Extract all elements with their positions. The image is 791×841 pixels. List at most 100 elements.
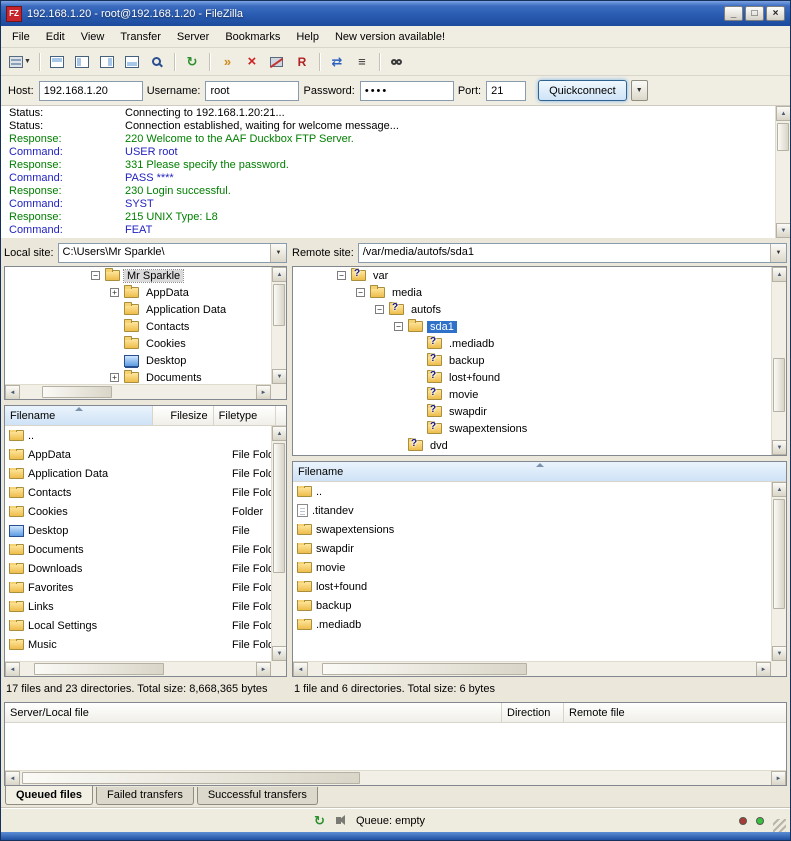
column-header-remote-file[interactable]: Remote file <box>564 703 786 722</box>
chevron-down-icon[interactable]: ▼ <box>770 244 786 262</box>
queue-horizontal-scrollbar[interactable]: ◄ ► <box>5 770 786 785</box>
quickconnect-dropdown-button[interactable]: ▼ <box>631 80 648 101</box>
log-scrollbar[interactable]: ▲ ▼ <box>775 106 790 238</box>
close-button[interactable]: × <box>766 6 785 21</box>
file-row[interactable]: DocumentsFile Folder <box>5 540 271 559</box>
scroll-left-icon[interactable]: ◄ <box>293 662 308 677</box>
process-queue-button[interactable]: » <box>215 51 239 73</box>
toggle-local-tree-button[interactable] <box>70 51 94 73</box>
scroll-up-icon[interactable]: ▲ <box>272 267 287 282</box>
minimize-button[interactable]: _ <box>724 6 743 21</box>
directory-comparison-button[interactable]: ≡ <box>350 51 374 73</box>
synchronized-browsing-button[interactable]: ⇄ <box>325 51 349 73</box>
tree-item-mediadb[interactable]: .mediadb <box>293 335 771 352</box>
filter-button[interactable] <box>145 51 169 73</box>
menu-edit[interactable]: Edit <box>38 28 73 46</box>
cancel-button[interactable]: × <box>240 51 264 73</box>
tree-item-mr-sparkle[interactable]: −Mr Sparkle <box>5 267 271 284</box>
file-row[interactable]: swapdir <box>293 539 771 558</box>
file-row[interactable]: ContactsFile Folder <box>5 483 271 502</box>
tree-item-backup[interactable]: backup <box>293 352 771 369</box>
speaker-icon[interactable] <box>336 817 341 824</box>
column-header-server-local-file[interactable]: Server/Local file <box>5 703 502 722</box>
password-input[interactable] <box>360 81 454 101</box>
sync-indicator-icon[interactable]: ↻ <box>314 815 327 826</box>
site-manager-button[interactable]: ▼ <box>6 51 34 73</box>
tab-failed-transfers[interactable]: Failed transfers <box>96 787 194 805</box>
scroll-thumb[interactable] <box>273 443 285 573</box>
local-list-horizontal-scrollbar[interactable]: ◄ ► <box>5 661 271 676</box>
local-tree-horizontal-scrollbar[interactable]: ◄ ► <box>5 384 271 399</box>
collapse-icon[interactable]: − <box>394 322 403 331</box>
file-row[interactable]: backup <box>293 596 771 615</box>
scroll-up-icon[interactable]: ▲ <box>772 482 787 497</box>
file-row[interactable]: DesktopFile <box>5 521 271 540</box>
disconnect-button[interactable] <box>265 51 289 73</box>
tree-item-contacts[interactable]: Contacts <box>5 318 271 335</box>
column-header-filename[interactable]: Filename <box>293 462 786 481</box>
local-tree-vertical-scrollbar[interactable]: ▲ ▼ <box>271 267 286 384</box>
tree-item-cookies[interactable]: Cookies <box>5 335 271 352</box>
local-site-combobox[interactable]: C:\Users\Mr Sparkle\ ▼ <box>58 243 287 263</box>
scroll-thumb[interactable] <box>34 663 164 675</box>
tree-item-desktop[interactable]: Desktop <box>5 352 271 369</box>
scroll-right-icon[interactable]: ► <box>256 662 271 677</box>
chevron-down-icon[interactable]: ▼ <box>270 244 286 262</box>
tab-queued-files[interactable]: Queued files <box>5 786 93 805</box>
scroll-thumb[interactable] <box>42 386 112 398</box>
scroll-right-icon[interactable]: ► <box>256 385 271 400</box>
scroll-thumb[interactable] <box>773 358 785 412</box>
scroll-thumb[interactable] <box>773 499 785 609</box>
file-row[interactable]: swapextensions <box>293 520 771 539</box>
file-row[interactable]: movie <box>293 558 771 577</box>
remote-list-horizontal-scrollbar[interactable]: ◄ ► <box>293 661 771 676</box>
scroll-right-icon[interactable]: ► <box>771 771 786 786</box>
collapse-icon[interactable]: − <box>91 271 100 280</box>
column-header-filesize[interactable]: Filesize <box>153 406 213 425</box>
tree-item-autofs[interactable]: −autofs <box>293 301 771 318</box>
scroll-left-icon[interactable]: ◄ <box>5 385 20 400</box>
scroll-down-icon[interactable]: ▼ <box>776 223 790 238</box>
tree-item-var[interactable]: −var <box>293 267 771 284</box>
port-input[interactable] <box>486 81 526 101</box>
reconnect-button[interactable]: R <box>290 51 314 73</box>
file-row[interactable]: MusicFile Folder <box>5 635 271 654</box>
menu-help[interactable]: Help <box>288 28 327 46</box>
tree-item-movie[interactable]: movie <box>293 386 771 403</box>
scroll-down-icon[interactable]: ▼ <box>772 646 787 661</box>
tree-item-dvd[interactable]: dvd <box>293 437 771 454</box>
collapse-icon[interactable]: − <box>375 305 384 314</box>
file-row[interactable]: .. <box>293 482 771 501</box>
toggle-queue-button[interactable] <box>120 51 144 73</box>
scroll-down-icon[interactable]: ▼ <box>272 369 287 384</box>
tree-item-media[interactable]: −media <box>293 284 771 301</box>
column-header-filetype[interactable]: Filetype <box>214 406 276 425</box>
file-row[interactable]: LinksFile Folder <box>5 597 271 616</box>
tree-item-sda1[interactable]: −sda1 <box>293 318 771 335</box>
menu-bookmarks[interactable]: Bookmarks <box>217 28 288 46</box>
menu-transfer[interactable]: Transfer <box>112 28 169 46</box>
tree-item-swapextensions[interactable]: swapextensions <box>293 420 771 437</box>
scroll-thumb[interactable] <box>777 123 789 151</box>
tree-item-application-data[interactable]: Application Data <box>5 301 271 318</box>
scroll-thumb[interactable] <box>22 772 360 784</box>
menu-server[interactable]: Server <box>169 28 217 46</box>
username-input[interactable] <box>205 81 299 101</box>
scroll-thumb[interactable] <box>322 663 527 675</box>
tab-successful-transfers[interactable]: Successful transfers <box>197 787 318 805</box>
tree-item-swapdir[interactable]: swapdir <box>293 403 771 420</box>
expand-icon[interactable]: + <box>110 373 119 382</box>
remote-tree-vertical-scrollbar[interactable]: ▲ ▼ <box>771 267 786 455</box>
tree-item-appdata[interactable]: +AppData <box>5 284 271 301</box>
toggle-message-log-button[interactable] <box>45 51 69 73</box>
collapse-icon[interactable]: − <box>337 271 346 280</box>
column-header-direction[interactable]: Direction <box>502 703 564 722</box>
tree-item-lost-found[interactable]: lost+found <box>293 369 771 386</box>
remote-site-combobox[interactable]: /var/media/autofs/sda1 ▼ <box>358 243 787 263</box>
find-files-button[interactable] <box>385 51 409 73</box>
file-row[interactable]: lost+found <box>293 577 771 596</box>
menu-file[interactable]: File <box>4 28 38 46</box>
file-row[interactable]: CookiesFolder <box>5 502 271 521</box>
file-row[interactable]: .. <box>5 426 271 445</box>
file-row[interactable]: .mediadb <box>293 615 771 634</box>
